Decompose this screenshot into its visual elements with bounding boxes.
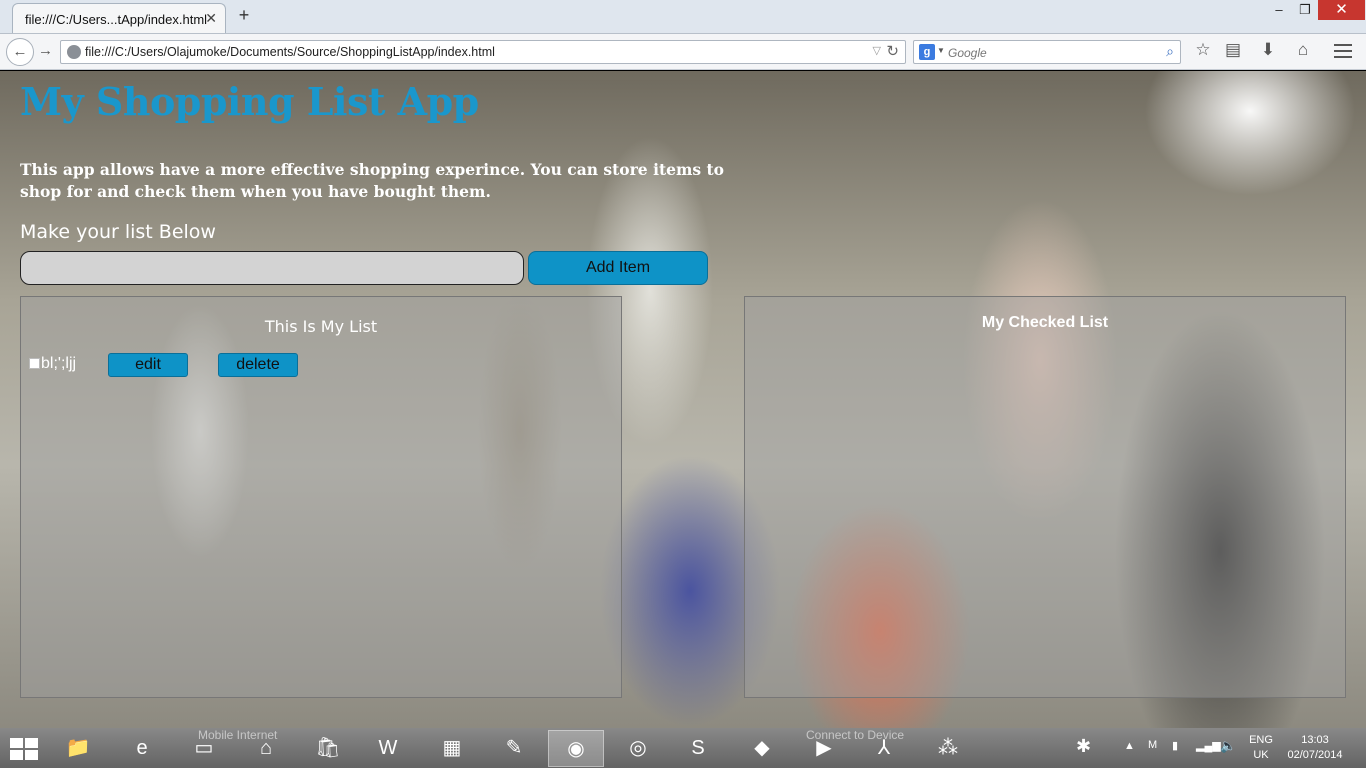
tab-close-icon[interactable]: ✕ bbox=[205, 10, 217, 27]
battery-icon[interactable]: ▮ bbox=[1172, 739, 1178, 752]
item-input[interactable] bbox=[20, 251, 524, 285]
mcafee-icon[interactable]: M bbox=[1148, 739, 1157, 751]
system-clock[interactable]: 13:03 02/07/2014 bbox=[1280, 733, 1350, 763]
browser-tab[interactable]: file:///C:/Users...tApp/index.html ✕ bbox=[12, 3, 226, 33]
url-text: file:///C:/Users/Olajumoke/Documents/Sou… bbox=[85, 45, 495, 59]
acrobat-icon[interactable]: ⅄ bbox=[856, 730, 912, 767]
windows-start-icon[interactable] bbox=[10, 738, 38, 760]
media-player-icon[interactable]: ▶ bbox=[796, 730, 852, 767]
url-dropdown-icon[interactable]: ▽ bbox=[873, 44, 881, 57]
tray-alert-icon[interactable]: ✱ bbox=[1076, 736, 1091, 757]
download-icon[interactable]: ⬇ bbox=[1256, 40, 1280, 60]
language-text: ENG bbox=[1249, 734, 1273, 746]
language-indicator[interactable]: ENG UK bbox=[1244, 733, 1278, 763]
google-icon[interactable]: g bbox=[919, 44, 935, 60]
blackberry-icon[interactable]: ⁂ bbox=[920, 730, 976, 767]
delete-button[interactable]: delete bbox=[218, 353, 298, 377]
store-bag-icon[interactable]: 🛍 bbox=[300, 730, 356, 767]
checked-list-panel: My Checked List bbox=[744, 296, 1346, 698]
my-list-title: This Is My List bbox=[264, 317, 378, 336]
my-list-panel: This Is My List bl;';ljj edit delete bbox=[20, 296, 622, 698]
list-item: bl;';ljj edit delete bbox=[29, 353, 329, 377]
region-text: UK bbox=[1253, 749, 1269, 761]
bookmark-star-icon[interactable]: ☆ bbox=[1191, 40, 1215, 60]
app-title: My Shopping List App bbox=[20, 79, 479, 124]
add-item-button[interactable]: Add Item bbox=[528, 251, 708, 285]
file-explorer-icon[interactable]: 📁 bbox=[50, 730, 106, 767]
reload-icon[interactable]: ↻ bbox=[886, 42, 899, 60]
item-checkbox[interactable] bbox=[29, 358, 40, 369]
windows-taskbar: Mobile Internet Connect to Device 📁 e ▭ … bbox=[0, 728, 1366, 768]
sublime-text-icon[interactable]: S bbox=[670, 730, 726, 767]
new-tab-button[interactable]: + bbox=[234, 5, 254, 26]
clock-date: 02/07/2014 bbox=[1287, 749, 1343, 761]
reading-list-icon[interactable]: ▤ bbox=[1221, 40, 1245, 60]
chrome-icon[interactable]: ◎ bbox=[610, 730, 666, 767]
git-icon[interactable]: ◆ bbox=[734, 730, 790, 767]
search-icon[interactable]: ⌕ bbox=[1166, 43, 1174, 60]
make-list-label: Make your list Below bbox=[20, 221, 216, 243]
browser-titlebar: file:///C:/Users...tApp/index.html ✕ + –… bbox=[0, 0, 1366, 33]
maximize-button[interactable]: ❐ bbox=[1290, 2, 1320, 22]
page-background: My Shopping List App This app allows hav… bbox=[0, 71, 1366, 728]
forward-arrow-icon[interactable]: → bbox=[38, 42, 53, 59]
clock-time: 13:03 bbox=[1301, 734, 1329, 746]
internet-explorer-icon[interactable]: e bbox=[114, 730, 170, 767]
search-placeholder: Google bbox=[948, 46, 987, 60]
item-text: bl;';ljj bbox=[41, 355, 77, 372]
hamburger-menu-icon[interactable] bbox=[1334, 44, 1352, 62]
firefox-icon[interactable]: ◉ bbox=[548, 730, 604, 767]
word-icon[interactable]: W bbox=[360, 730, 416, 767]
close-window-button[interactable]: ✕ bbox=[1318, 0, 1365, 20]
browser-navbar: ← → file:///C:/Users/Olajumoke/Documents… bbox=[0, 33, 1366, 70]
edit-button[interactable]: edit bbox=[108, 353, 188, 377]
home-icon[interactable]: ⌂ bbox=[1291, 40, 1315, 60]
checked-list-title: My Checked List bbox=[981, 314, 1109, 331]
lenovo-icon[interactable]: ▭ bbox=[176, 730, 232, 767]
globe-icon bbox=[67, 45, 81, 59]
app-description: This app allows have a more effective sh… bbox=[20, 160, 724, 201]
search-bar[interactable]: g ▼ Google ⌕ bbox=[913, 40, 1181, 64]
search-engine-caret-icon[interactable]: ▼ bbox=[937, 46, 945, 55]
signal-icon[interactable]: ▂▄▆ bbox=[1196, 739, 1221, 752]
volume-icon[interactable]: 🔈 bbox=[1220, 738, 1236, 754]
address-bar[interactable]: file:///C:/Users/Olajumoke/Documents/Sou… bbox=[60, 40, 906, 64]
paint-tool-icon[interactable]: ✎ bbox=[486, 730, 542, 767]
tab-title: file:///C:/Users...tApp/index.html bbox=[25, 12, 208, 27]
back-arrow-icon[interactable]: ← bbox=[6, 38, 34, 66]
home-app-icon[interactable]: ⌂ bbox=[238, 730, 294, 767]
windows-store-icon[interactable]: ▦ bbox=[424, 730, 480, 767]
tray-expand-icon[interactable]: ▲ bbox=[1124, 740, 1135, 752]
